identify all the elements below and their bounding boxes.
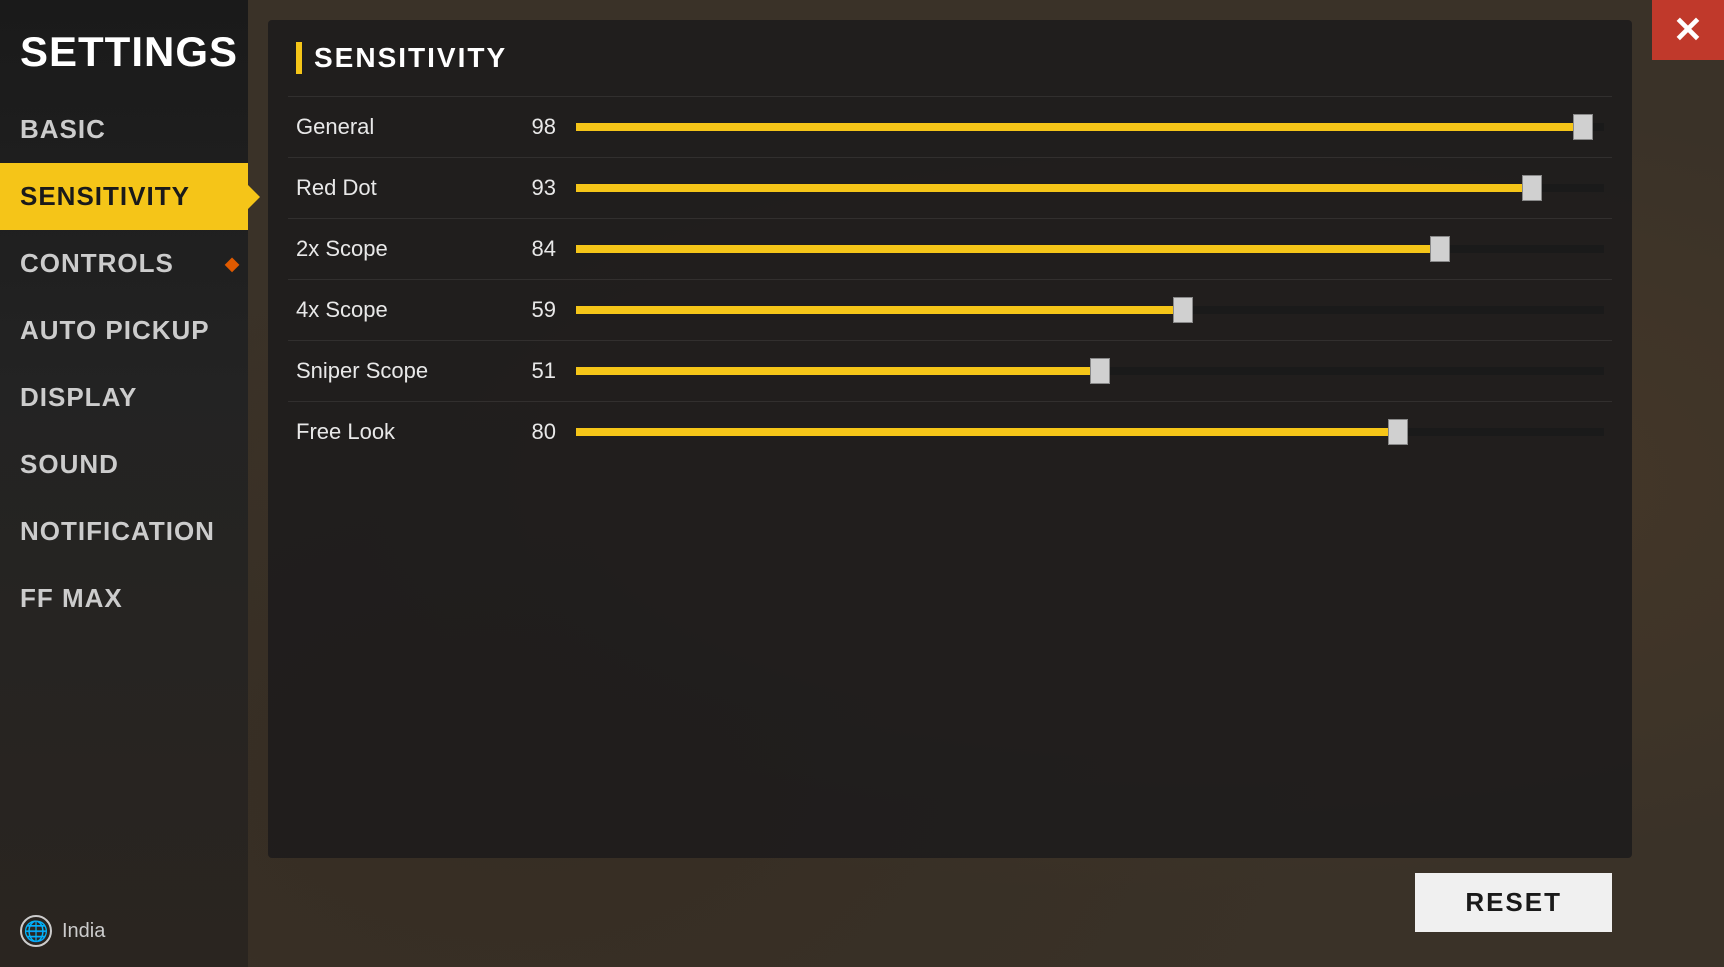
globe-icon: 🌐 [20,915,52,947]
reset-button[interactable]: RESET [1415,873,1612,932]
slider-thumb-2x-scope[interactable] [1430,236,1450,262]
slider-value-free-look: 80 [496,419,556,445]
sliders-container: General98Red Dot932x Scope844x Scope59Sn… [268,96,1632,462]
slider-thumb-red-dot[interactable] [1522,175,1542,201]
main-content: ✕ SENSITIVITY General98Red Dot932x Scope… [248,0,1724,967]
sidebar-item-display[interactable]: DISPLAY [0,364,248,431]
slider-row-red-dot: Red Dot93 [288,157,1612,218]
sidebar: SETTINGS BASICSENSITIVITYCONTROLSAUTO PI… [0,0,248,967]
slider-track-sniper-scope[interactable] [576,357,1604,385]
settings-panel: SENSITIVITY General98Red Dot932x Scope84… [268,20,1632,858]
slider-track-2x-scope[interactable] [576,235,1604,263]
slider-row-4x-scope: 4x Scope59 [288,279,1612,340]
region-label: India [62,920,105,943]
slider-row-sniper-scope: Sniper Scope51 [288,340,1612,401]
settings-title: SETTINGS [0,10,248,96]
sidebar-footer: 🌐 India [0,895,248,967]
section-header: SENSITIVITY [268,20,1632,96]
slider-track-red-dot[interactable] [576,174,1604,202]
slider-row-free-look: Free Look80 [288,401,1612,462]
section-indicator [296,42,302,74]
sidebar-item-basic[interactable]: BASIC [0,96,248,163]
slider-value-2x-scope: 84 [496,236,556,262]
slider-row-general: General98 [288,96,1612,157]
slider-label-free-look: Free Look [296,419,496,445]
section-title: SENSITIVITY [314,42,507,74]
sidebar-item-sensitivity[interactable]: SENSITIVITY [0,163,248,230]
slider-thumb-4x-scope[interactable] [1173,297,1193,323]
bottom-bar: RESET [268,858,1632,947]
slider-value-red-dot: 93 [496,175,556,201]
slider-label-4x-scope: 4x Scope [296,297,496,323]
slider-label-sniper-scope: Sniper Scope [296,358,496,384]
slider-track-4x-scope[interactable] [576,296,1604,324]
nav-items: BASICSENSITIVITYCONTROLSAUTO PICKUPDISPL… [0,96,248,895]
slider-value-sniper-scope: 51 [496,358,556,384]
slider-row-2x-scope: 2x Scope84 [288,218,1612,279]
sidebar-item-notification[interactable]: NOTIFICATION [0,498,248,565]
slider-label-general: General [296,114,496,140]
slider-thumb-free-look[interactable] [1388,419,1408,445]
sidebar-item-controls[interactable]: CONTROLS [0,230,248,297]
close-button[interactable]: ✕ [1652,0,1724,60]
slider-thumb-sniper-scope[interactable] [1090,358,1110,384]
slider-value-4x-scope: 59 [496,297,556,323]
sidebar-item-ff-max[interactable]: FF MAX [0,565,248,632]
sidebar-item-sound[interactable]: SOUND [0,431,248,498]
sidebar-item-auto-pickup[interactable]: AUTO PICKUP [0,297,248,364]
slider-thumb-general[interactable] [1573,114,1593,140]
slider-track-free-look[interactable] [576,418,1604,446]
close-icon: ✕ [1673,12,1703,48]
slider-label-2x-scope: 2x Scope [296,236,496,262]
slider-label-red-dot: Red Dot [296,175,496,201]
slider-value-general: 98 [496,114,556,140]
slider-track-general[interactable] [576,113,1604,141]
app-container: SETTINGS BASICSENSITIVITYCONTROLSAUTO PI… [0,0,1724,967]
